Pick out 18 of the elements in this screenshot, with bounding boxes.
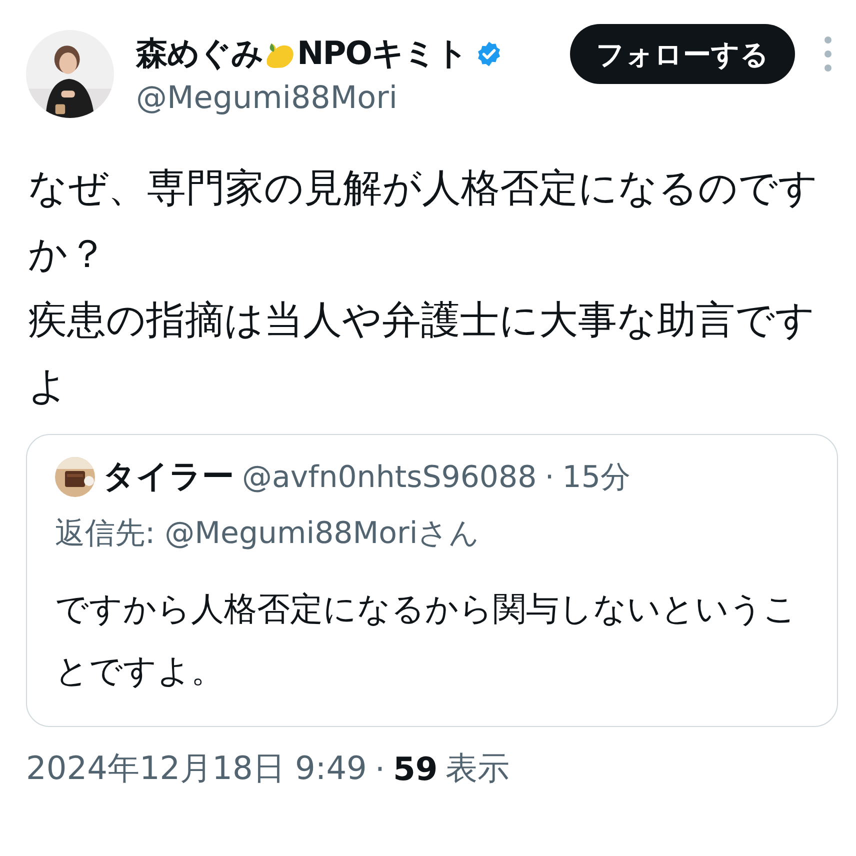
separator-dot: · <box>374 750 386 788</box>
quoted-time: 15分 <box>562 458 630 496</box>
author-org[interactable]: NPOキミト <box>297 32 468 76</box>
quoted-author-handle: @avfn0nhtsS96088 <box>242 460 537 494</box>
quoted-author-name: タイラー <box>103 456 234 497</box>
tweet-timestamp[interactable]: 2024年12月18日 9:49 <box>26 747 367 791</box>
separator-dot: · <box>544 460 554 494</box>
view-count: 59 <box>393 750 438 788</box>
quoted-tweet-text: ですから人格否定になるから関与しないということですよ。 <box>55 588 798 692</box>
reply-to-text: 返信先: @Megumi88Moriさん <box>55 515 481 553</box>
author-name[interactable]: 森めぐみ <box>136 32 263 76</box>
follow-button[interactable]: フォローする <box>570 24 795 84</box>
author-handle[interactable]: @Megumi88Mori <box>136 80 556 116</box>
tweet-text: なぜ、専門家の見解が人格否定になるのですか？ <box>28 165 819 279</box>
tweet-text: 疾患の指摘は当人や弁護士に大事な助言ですよ <box>28 297 816 411</box>
more-options-icon[interactable] <box>823 34 833 74</box>
views-label: 表示 <box>446 748 510 789</box>
quoted-tweet-card[interactable]: タイラー @avfn0nhtsS96088 · 15分 返信先: @Megumi88Moriさん ですから人格否定になるから関与しないということですよ。 <box>26 434 838 727</box>
